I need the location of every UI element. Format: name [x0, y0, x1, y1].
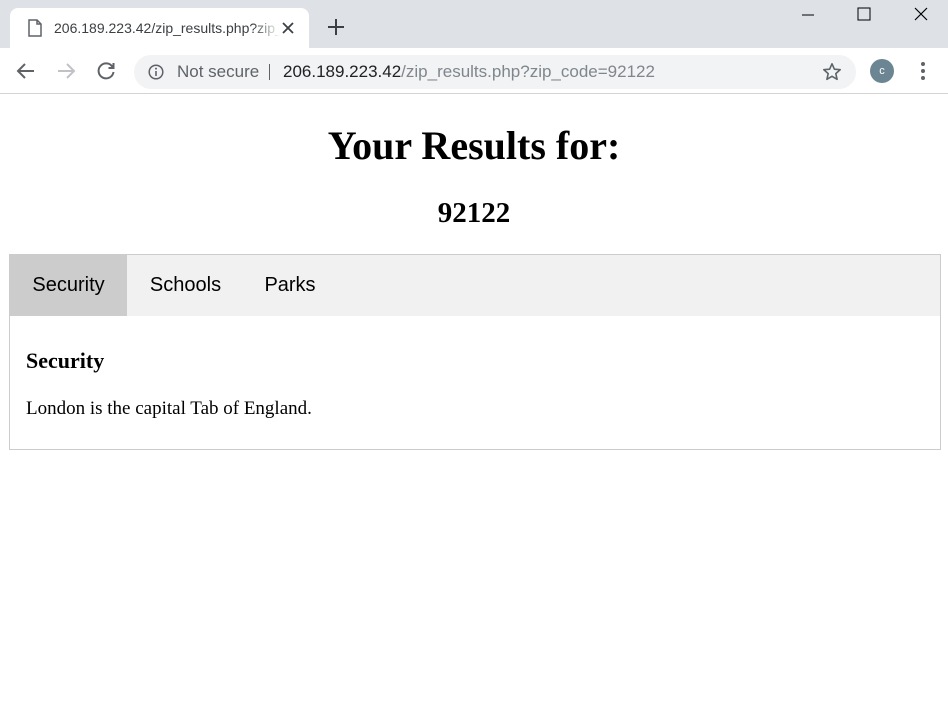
window-close-icon[interactable] [892, 0, 948, 30]
avatar[interactable]: c [870, 59, 894, 83]
url-path: /zip_results.php?zip_code=92122 [401, 62, 655, 81]
close-icon[interactable] [281, 21, 295, 35]
maximize-icon[interactable] [836, 0, 892, 30]
tab-bar: Security Schools Parks [9, 254, 941, 317]
tab-title: 206.189.223.42/zip_results.php?zip_code=… [54, 20, 280, 36]
browser-toolbar: Not secure 206.189.223.42/zip_results.ph… [0, 48, 948, 94]
zip-code-heading: 92122 [437, 197, 511, 229]
tab-parks[interactable]: Parks [244, 255, 336, 316]
reload-icon[interactable] [95, 60, 117, 82]
panel-text: London is the capital Tab of England. [26, 398, 312, 419]
tab-panel-security: Security London is the capital Tab of En… [9, 316, 941, 450]
tab-schools[interactable]: Schools [127, 255, 244, 316]
plus-icon[interactable] [326, 17, 346, 37]
forward-icon[interactable] [55, 60, 77, 82]
panel-heading: Security [26, 348, 105, 373]
star-icon[interactable] [822, 62, 842, 82]
menu-icon[interactable] [913, 60, 933, 82]
minimize-icon[interactable] [780, 0, 836, 30]
security-status[interactable]: Not secure [177, 55, 259, 89]
info-icon[interactable] [148, 64, 164, 80]
page-content: Your Results for: 92122 Security Schools… [0, 95, 948, 701]
url-text[interactable]: 206.189.223.42/zip_results.php?zip_code=… [283, 55, 655, 89]
back-icon[interactable] [15, 60, 37, 82]
address-separator [269, 64, 270, 80]
page-icon [28, 19, 42, 37]
url-host: 206.189.223.42 [283, 62, 402, 81]
address-bar[interactable]: Not secure 206.189.223.42/zip_results.ph… [134, 55, 856, 89]
browser-titlebar: 206.189.223.42/zip_results.php?zip_code=… [0, 0, 948, 48]
browser-tab[interactable]: 206.189.223.42/zip_results.php?zip_code=… [10, 8, 309, 48]
page-title: Your Results for: [327, 123, 621, 168]
tab-security[interactable]: Security [10, 255, 127, 316]
